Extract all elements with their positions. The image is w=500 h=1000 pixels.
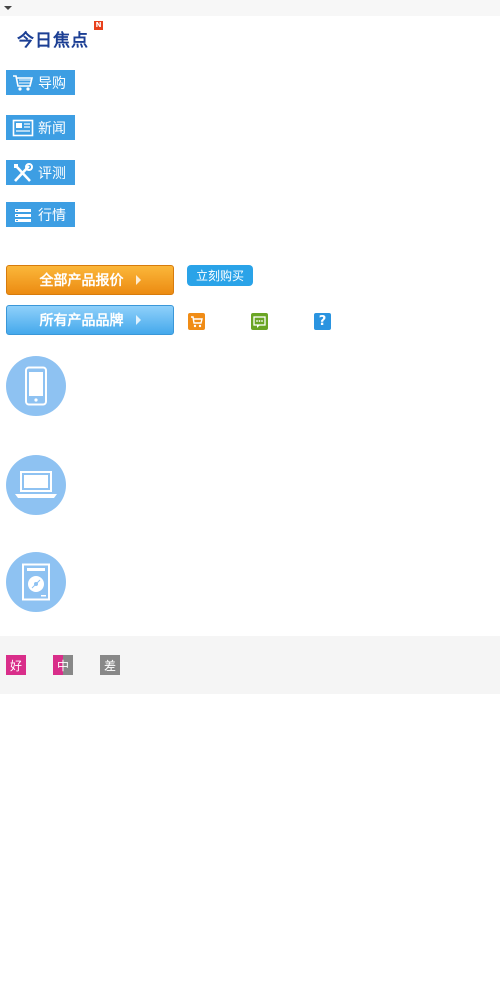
rating-bad-button[interactable]: 差 <box>100 655 120 675</box>
newspaper-icon <box>11 119 35 137</box>
shopping-cart-icon <box>11 74 35 92</box>
question-icon[interactable]: ? <box>314 313 331 330</box>
category-market-button[interactable]: 行情 <box>6 202 75 227</box>
category-label: 行情 <box>38 207 66 224</box>
list-icon <box>11 206 35 224</box>
page: 今日焦点 N 导购 新闻 评测 行情 全部产品报价 立刻购买 所有产品品牌 ? … <box>0 0 500 1000</box>
mobile-phone-icon[interactable] <box>6 356 66 416</box>
all-product-prices-label: 全部产品报价 <box>39 273 124 289</box>
category-news-button[interactable]: 新闻 <box>6 115 75 140</box>
rating-section <box>0 636 500 694</box>
cart-icon[interactable] <box>188 313 205 330</box>
category-shopping-guide-button[interactable]: 导购 <box>6 70 75 95</box>
focus-title[interactable]: 今日焦点 <box>17 26 89 51</box>
all-product-brands-button[interactable]: 所有产品品牌 <box>6 305 174 335</box>
chevron-right-icon <box>135 275 141 285</box>
comment-icon[interactable] <box>251 313 268 330</box>
top-bar <box>0 0 500 16</box>
dropdown-caret-icon[interactable] <box>4 6 12 10</box>
new-badge: N <box>94 21 103 30</box>
buy-now-button[interactable]: 立刻购买 <box>187 265 253 286</box>
category-label: 导购 <box>38 75 66 92</box>
disc-drive-icon[interactable] <box>6 552 66 612</box>
tools-icon <box>11 162 35 182</box>
rating-good-button[interactable]: 好 <box>6 655 26 675</box>
category-label: 评测 <box>38 165 66 182</box>
chevron-right-icon <box>135 315 141 325</box>
category-label: 新闻 <box>38 120 66 137</box>
all-product-brands-label: 所有产品品牌 <box>39 313 124 329</box>
all-product-prices-button[interactable]: 全部产品报价 <box>6 265 174 295</box>
category-review-button[interactable]: 评测 <box>6 160 75 185</box>
laptop-icon[interactable] <box>6 455 66 515</box>
rating-medium-button[interactable]: 中 <box>53 655 73 675</box>
